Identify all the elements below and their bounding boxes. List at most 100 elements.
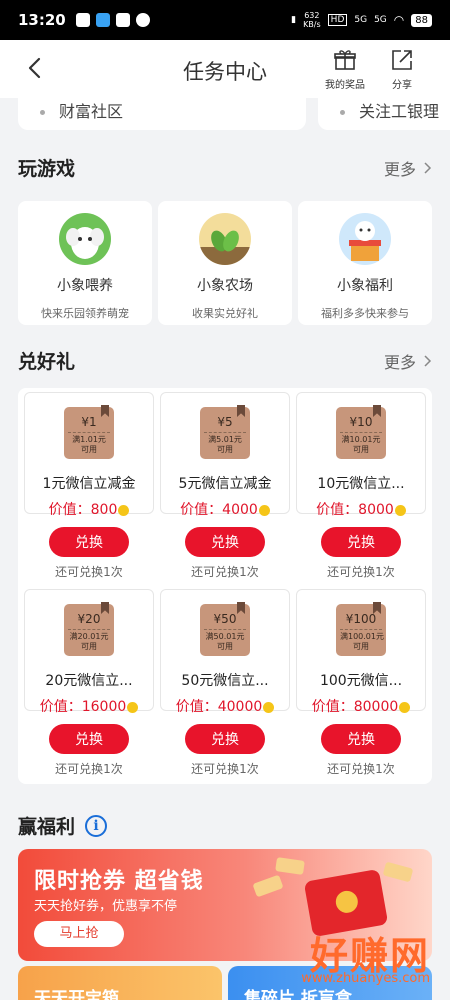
coupon-icon: ¥50 满50.01元 可用 [200,602,250,656]
game-desc: 快来乐园领养萌宠 [41,307,129,320]
remaining-count: 还可兑换1次 [191,565,259,579]
banner-title: 限时抢券 超省钱 [34,869,204,894]
remaining-count: 还可兑换1次 [327,762,395,776]
gift-card[interactable]: ¥5 满5.01元 可用 5元微信立减金 价值：4000 [160,392,290,518]
coupon-icon: ¥5 满5.01元 可用 [200,405,250,459]
section-title: 兑好礼 [18,351,76,373]
nav-bar: 任务中心 我的奖品 分享 [0,40,450,98]
info-icon[interactable]: i [85,814,108,837]
price-value: 8000 [358,502,394,518]
coin-icon [263,701,275,713]
prev-card-label: 关注工银理 [359,102,440,121]
gift-item: ¥100 满100.01元 可用 100元微信... 价值：80000 兑换 还… [296,589,426,777]
gift-name: 100元微信... [319,673,403,689]
game-desc: 福利多多快来参与 [321,307,409,320]
game-card-welfare[interactable]: 小象福利 福利多多快来参与 [298,201,432,325]
gift-price: 价值：16000 [25,696,153,716]
wifi-icon: ◠ [393,13,405,27]
status-bar: 13:20 ▮ 632 KB/s HD 5G 5G ◠ 88 [0,0,450,40]
wechat-app-icon [135,13,150,27]
game-name: 小象喂养 [57,278,113,294]
game-desc: 收果实兑好礼 [192,307,258,320]
price-label: 价值： [39,699,82,715]
photos-app-icon [115,13,130,27]
gift-name: 20元微信立... [45,673,133,689]
notification-icons [75,13,150,27]
redeem-more-link[interactable]: 更多 [384,349,432,373]
coin-icon [118,504,130,516]
redeem-button[interactable]: 兑换 [321,724,401,754]
coin-icon [399,701,411,713]
share-label: 分享 [392,80,412,91]
price-value: 40000 [217,699,263,715]
price-value: 4000 [222,502,258,518]
prev-card-follow[interactable]: 关注工银理 [318,98,450,130]
gift-elephant-icon [339,213,391,265]
gift-card[interactable]: ¥20 满20.01元 可用 20元微信立... 价值：16000 [24,589,154,715]
gift-item: ¥5 满5.01元 可用 5元微信立减金 价值：4000 兑换 还可兑换1次 [160,392,290,580]
section-title: 玩游戏 [18,158,76,180]
banner-subtitle: 天天抢好券，优惠享不停 [34,899,178,914]
benefits-header: 赢福利 i [18,812,108,839]
watermark-logo: 好赚网 www.zhuanyes.com [301,925,430,986]
prev-card-wealth-community[interactable]: 财富社区 [18,98,306,130]
treasure-box-card[interactable]: 天天开宝箱 [18,966,222,1000]
gift-card[interactable]: ¥50 满50.01元 可用 50元微信立... 价值：40000 [160,589,290,715]
remaining-count: 还可兑换1次 [327,565,395,579]
coupon-condition: 满5.01元 可用 [204,432,246,455]
gift-card[interactable]: ¥100 满100.01元 可用 100元微信... 价值：80000 [296,589,426,715]
coupon-icon: ¥10 满10.01元 可用 [336,405,386,459]
grab-now-button[interactable]: 马上抢 [34,921,124,947]
coupon-icon: ¥100 满100.01元 可用 [336,602,386,656]
status-right: ▮ 632 KB/s HD 5G 5G ◠ 88 [291,11,432,29]
price-label: 价值： [316,502,359,518]
coin-icon [258,504,270,516]
coin-icon [394,504,406,516]
game-name: 小象农场 [197,278,253,294]
signal-5g-1: 5G [354,15,368,25]
redeem-button[interactable]: 兑换 [185,527,265,557]
music-app-icon [75,13,90,27]
play-more-link[interactable]: 更多 [384,156,432,180]
share-button[interactable]: 分享 [374,48,430,91]
redeem-button[interactable]: 兑换 [49,724,129,754]
more-label: 更多 [383,352,416,372]
gift-price: 价值：40000 [161,696,289,716]
game-card-feeding[interactable]: 小象喂养 快来乐园领养萌宠 [18,201,152,325]
coupon-condition: 满1.01元 可用 [68,432,110,455]
redeem-button[interactable]: 兑换 [321,527,401,557]
ticket-icon [252,874,284,898]
gift-name: 5元微信立减金 [178,476,272,492]
gift-price: 价值：8000 [297,499,425,519]
bullet-dot [40,110,45,115]
coupon-condition: 满20.01元 可用 [68,629,110,652]
gift-card[interactable]: ¥1 满1.01元 可用 1元微信立减金 价值：800 [24,392,154,518]
redeem-header: 兑好礼 更多 [18,347,432,374]
gift-price: 价值：800 [25,499,153,519]
more-label: 更多 [383,159,416,179]
signal-5g-2: 5G [374,15,387,25]
mini-card-title: 集碎片 拆盲盒 [244,989,352,1000]
prev-card-label: 财富社区 [59,102,124,121]
my-prizes-label: 我的奖品 [325,80,365,91]
games-row: 小象喂养 快来乐园领养萌宠 小象农场 收果实兑好礼 小象福利 福利多多快来参与 [18,201,432,325]
redeem-button[interactable]: 兑换 [49,527,129,557]
price-label: 价值： [175,699,218,715]
gift-name: 50元微信立... [181,673,269,689]
game-card-farm[interactable]: 小象农场 收果实兑好礼 [158,201,292,325]
chevron-right-icon [424,161,432,174]
bullet-dot [340,110,345,115]
net-speed: 632 KB/s [303,11,321,29]
coupon-icon: ¥1 满1.01元 可用 [64,405,114,459]
gift-item: ¥50 满50.01元 可用 50元微信立... 价值：40000 兑换 还可兑… [160,589,290,777]
farm-icon [199,213,251,265]
price-label: 价值： [180,502,223,518]
coupon-icon: ¥20 满20.01元 可用 [64,602,114,656]
gift-card[interactable]: ¥10 满10.01元 可用 10元微信立... 价值：8000 [296,392,426,518]
my-prizes-button[interactable]: 我的奖品 [317,48,373,91]
price-label: 价值： [48,502,91,518]
gift-item: ¥20 满20.01元 可用 20元微信立... 价值：16000 兑换 还可兑… [24,589,154,777]
redeem-button[interactable]: 兑换 [185,724,265,754]
price-value: 16000 [81,699,127,715]
play-games-header: 玩游戏 更多 [18,154,432,181]
